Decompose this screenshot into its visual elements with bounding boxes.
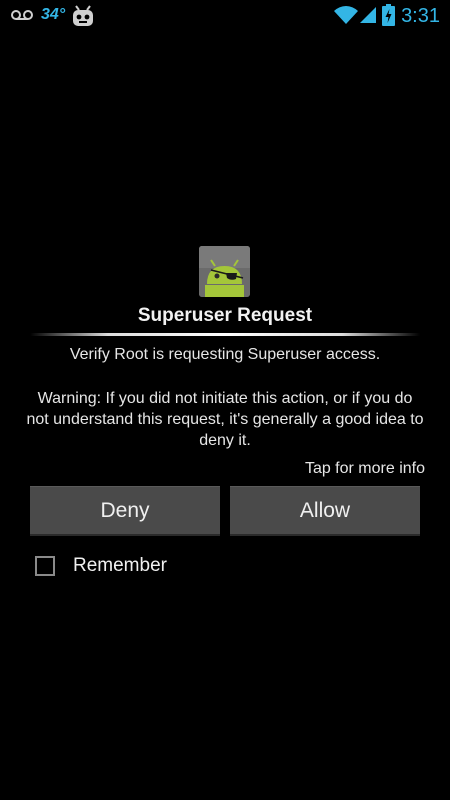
wifi-icon (334, 6, 358, 24)
request-message: Verify Root is requesting Superuser acce… (69, 346, 381, 363)
remember-checkbox[interactable] (35, 556, 55, 576)
deny-button[interactable]: Deny (30, 486, 220, 536)
more-info-link[interactable]: Tap for more info (305, 460, 425, 478)
remember-label[interactable]: Remember (73, 555, 167, 577)
title-divider (30, 333, 420, 336)
status-bar: 34° 3:31 (0, 0, 450, 33)
temperature-readout: 34° (41, 6, 66, 23)
battery-charging-icon (382, 4, 395, 26)
dialog-title: Superuser Request (137, 305, 313, 326)
signal-icon (360, 7, 376, 23)
warning-message: Warning: If you did not initiate this ac… (26, 390, 424, 449)
superuser-icon (199, 246, 250, 297)
android-pirate-icon (199, 246, 250, 297)
voicemail-icon (11, 10, 33, 20)
cyanogen-mascot-icon (73, 5, 93, 26)
allow-button[interactable]: Allow (230, 486, 420, 536)
clock: 3:31 (401, 5, 440, 27)
